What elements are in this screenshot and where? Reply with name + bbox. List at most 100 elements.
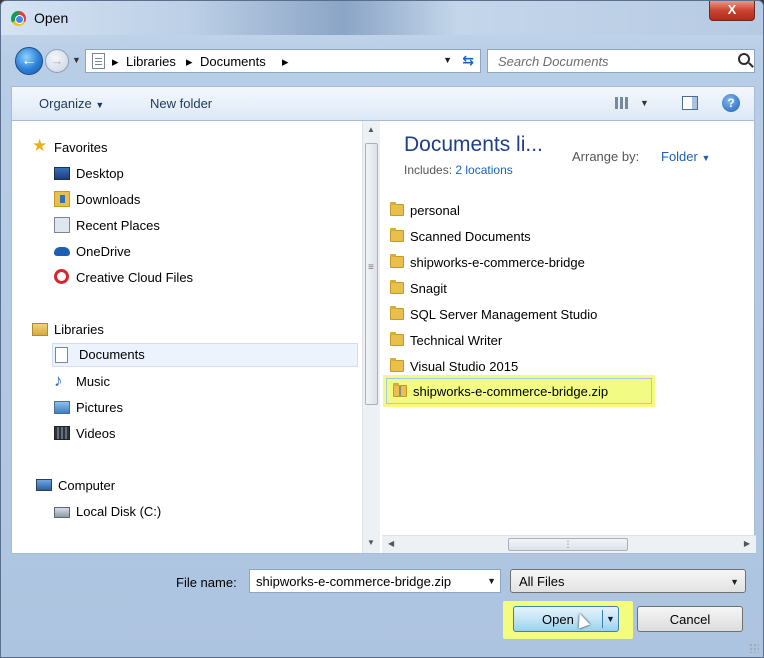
arrange-by-label: Arrange by: xyxy=(572,149,640,164)
organize-label: Organize xyxy=(39,96,92,111)
open-dialog: Open X ← → ▼ ▸ Libraries ▸ Documents ▸ ▼… xyxy=(0,0,764,658)
search-icon[interactable] xyxy=(738,53,750,65)
address-row: ← → ▼ ▸ Libraries ▸ Documents ▸ ▼ ⇆ xyxy=(1,41,763,75)
folder-icon xyxy=(390,358,404,372)
content-area: ★ Favorites Desktop Downloads Recent Pla… xyxy=(11,120,756,554)
folder-icon xyxy=(390,306,404,320)
chevron-down-icon: ▼ xyxy=(701,153,711,163)
list-item[interactable]: Snagit xyxy=(390,278,630,300)
history-dropdown-icon[interactable]: ▼ xyxy=(72,55,81,65)
file-type-select[interactable]: All Files ▼ xyxy=(510,569,746,593)
nav-creative-cloud[interactable]: Creative Cloud Files xyxy=(54,267,254,289)
list-item[interactable]: SQL Server Management Studio xyxy=(390,304,650,326)
chrome-icon xyxy=(11,11,26,26)
scroll-right-icon[interactable]: ▶ xyxy=(744,539,750,548)
locations-link[interactable]: 2 locations xyxy=(455,163,512,177)
list-item[interactable]: personal xyxy=(390,200,630,222)
file-type-value: All Files xyxy=(519,574,565,589)
open-button[interactable]: Open ▼ xyxy=(513,606,619,632)
title-bar[interactable]: Open X xyxy=(1,1,763,35)
onedrive-icon xyxy=(54,247,70,256)
file-name-label: File name: xyxy=(176,575,237,590)
open-options-dropdown-icon[interactable]: ▼ xyxy=(606,614,615,624)
nav-pictures[interactable]: Pictures xyxy=(54,397,254,419)
arrange-by-dropdown[interactable]: Folder ▼ xyxy=(661,149,710,164)
file-name-input[interactable] xyxy=(254,573,476,589)
resize-grip-icon[interactable] xyxy=(749,643,759,653)
search-input[interactable] xyxy=(496,53,716,69)
split-divider xyxy=(602,610,603,628)
includes-label: Includes: xyxy=(404,163,453,177)
search-box[interactable] xyxy=(487,49,755,73)
star-icon: ★ xyxy=(32,136,48,155)
new-folder-button[interactable]: New folder xyxy=(150,96,212,111)
file-name-combobox[interactable]: ▼ xyxy=(249,569,501,593)
arrange-by-value: Folder xyxy=(661,149,698,164)
nav-computer[interactable]: Computer xyxy=(36,475,236,497)
address-bar[interactable]: ▸ Libraries ▸ Documents ▸ ▼ ⇆ xyxy=(85,49,481,73)
nav-onedrive[interactable]: OneDrive xyxy=(54,241,254,263)
document-icon xyxy=(55,347,68,363)
file-list: Documents li... Includes: 2 locations Ar… xyxy=(382,121,756,553)
cancel-button[interactable]: Cancel xyxy=(637,606,743,632)
hscrollbar-thumb[interactable]: ⋮ xyxy=(508,538,628,551)
library-title: Documents li... xyxy=(404,133,543,156)
library-icon xyxy=(92,53,105,69)
nav-recent-places[interactable]: Recent Places xyxy=(54,215,254,237)
nav-libraries[interactable]: Libraries xyxy=(32,319,232,341)
file-name-dropdown-icon[interactable]: ▼ xyxy=(487,576,496,586)
nav-music[interactable]: ♪ Music xyxy=(54,371,254,393)
nav-desktop[interactable]: Desktop xyxy=(54,163,254,185)
nav-scrollbar[interactable]: ▲ ▼ xyxy=(362,121,380,553)
nav-favorites[interactable]: ★ Favorites xyxy=(32,137,232,159)
file-list-hscrollbar[interactable]: ◀ ⋮ ▶ xyxy=(382,535,756,553)
list-item[interactable]: Scanned Documents xyxy=(390,226,630,248)
forward-button[interactable]: → xyxy=(45,49,69,73)
help-icon[interactable]: ? xyxy=(722,94,740,112)
preview-pane-icon[interactable] xyxy=(682,96,698,110)
nav-local-disk[interactable]: Local Disk (C:) xyxy=(54,501,254,523)
drive-icon xyxy=(54,507,70,518)
change-view-icon[interactable] xyxy=(615,97,629,109)
chevron-down-icon: ▼ xyxy=(95,100,105,110)
nav-documents[interactable]: Documents xyxy=(52,343,358,367)
list-item[interactable]: shipworks-e-commerce-bridge xyxy=(390,252,650,274)
folder-icon xyxy=(390,254,404,268)
computer-icon xyxy=(36,479,52,491)
organize-button[interactable]: Organize ▼ xyxy=(39,96,104,111)
refresh-icon[interactable]: ⇆ xyxy=(462,52,474,69)
breadcrumb-documents[interactable]: Documents xyxy=(200,54,266,69)
pictures-icon xyxy=(54,401,70,414)
libraries-icon xyxy=(32,323,48,336)
breadcrumb-separator-icon[interactable]: ▸ xyxy=(186,54,193,70)
folder-icon xyxy=(390,332,404,346)
breadcrumb-separator-icon[interactable]: ▸ xyxy=(112,54,119,70)
scroll-down-icon[interactable]: ▼ xyxy=(367,538,375,547)
command-bar: Organize ▼ New folder ▼ ? xyxy=(11,86,755,120)
scroll-left-icon[interactable]: ◀ xyxy=(388,539,394,548)
scroll-up-icon[interactable]: ▲ xyxy=(367,125,375,134)
music-icon: ♪ xyxy=(54,371,63,390)
nav-scrollbar-thumb[interactable] xyxy=(365,143,378,405)
back-button[interactable]: ← xyxy=(15,47,43,75)
recent-places-icon xyxy=(54,217,70,233)
downloads-icon xyxy=(54,191,70,207)
selected-zip-item[interactable]: shipworks-e-commerce-bridge.zip xyxy=(386,378,652,404)
nav-downloads[interactable]: Downloads xyxy=(54,189,254,211)
breadcrumb-separator-icon[interactable]: ▸ xyxy=(282,54,289,70)
chevron-down-icon: ▼ xyxy=(730,577,739,587)
open-label: Open xyxy=(542,612,574,627)
window-title: Open xyxy=(34,10,69,26)
desktop-icon xyxy=(54,167,70,180)
view-dropdown-icon[interactable]: ▼ xyxy=(640,98,649,108)
creative-cloud-icon xyxy=(54,269,69,284)
close-button[interactable]: X xyxy=(709,1,755,21)
address-dropdown-icon[interactable]: ▼ xyxy=(443,55,452,65)
list-item[interactable]: Technical Writer xyxy=(390,330,630,352)
breadcrumb-libraries[interactable]: Libraries xyxy=(126,54,176,69)
nav-videos[interactable]: Videos xyxy=(54,423,254,445)
folder-icon xyxy=(390,228,404,242)
list-item[interactable]: Visual Studio 2015 xyxy=(390,356,630,378)
library-includes: Includes: 2 locations xyxy=(404,163,513,177)
videos-icon xyxy=(54,426,70,440)
